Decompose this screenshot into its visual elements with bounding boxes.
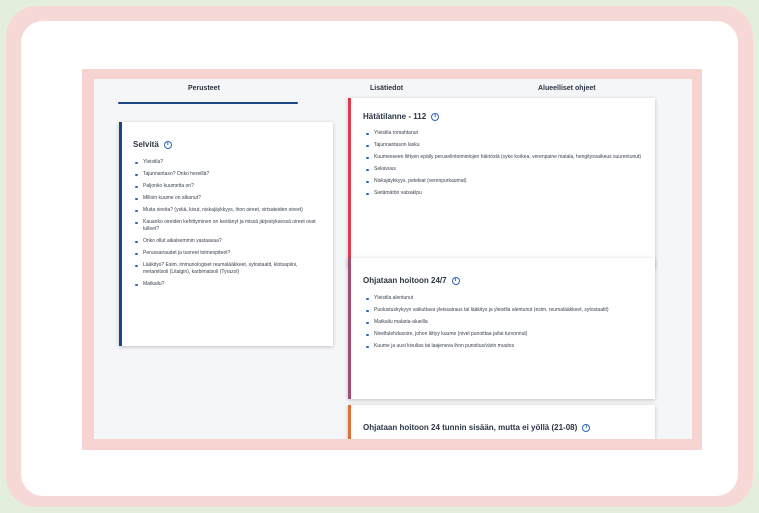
- emergency-panel: Hätätilanne - 112 i Yleistila romahtanut…: [348, 98, 655, 268]
- panel-accent: [119, 122, 122, 346]
- selvita-list: Yleistila? Tajunnantaso? Onko hereillä? …: [133, 159, 323, 288]
- active-tab-underline: [118, 102, 298, 104]
- list-item: Kauanko oireiden kehittyminen on kestäny…: [133, 219, 323, 233]
- panel-title-text: Ohjataan hoitoon 24 tunnin sisään, mutta…: [363, 423, 578, 432]
- list-item: Puolustuskykyyn vaikuttava yleissairaus …: [364, 307, 646, 314]
- panel-accent: [348, 405, 351, 439]
- list-item: Yleistila alentunut: [364, 295, 646, 302]
- list-item: Tajunnantason lasku: [364, 142, 644, 149]
- list-item: Yleistila romahtanut: [364, 130, 644, 137]
- list-item: Sietämätön vatsakipu: [364, 190, 644, 197]
- same-day-care-panel: Ohjataan hoitoon 24 tunnin sisään, mutta…: [348, 405, 655, 439]
- panel-accent: [348, 258, 351, 399]
- list-item: Lääkitys? Esim. immunologiset reumalääkk…: [133, 262, 323, 276]
- info-icon[interactable]: i: [451, 276, 460, 285]
- list-item: Milloin kuume on alkanut?: [133, 195, 323, 202]
- info-icon[interactable]: i: [582, 423, 591, 432]
- list-item: Kuumeeseen liittyen epäily peruselintoim…: [364, 154, 644, 161]
- list-item: Yleistila?: [133, 159, 323, 166]
- same-day-care-title: Ohjataan hoitoon 24 tunnin sisään, mutta…: [363, 423, 591, 432]
- emergency-title: Hätätilanne - 112 i: [363, 112, 440, 121]
- tab-perusteet[interactable]: Perusteet: [188, 85, 220, 92]
- selvita-title: Selvitä i: [133, 140, 172, 149]
- info-icon[interactable]: i: [431, 112, 440, 121]
- urgent-care-title: Ohjataan hoitoon 24/7 i: [363, 276, 460, 285]
- screenshot-frame: Perusteet Lisätiedot Alueelliset ohjeet …: [82, 69, 702, 450]
- list-item: Niveltulehdusoire, johon liittyy kuume (…: [364, 331, 646, 338]
- list-item: Perussairaudet ja tuoreet toimenpiteet?: [133, 250, 323, 257]
- panel-title-text: Ohjataan hoitoon 24/7: [363, 276, 447, 285]
- selvita-panel: Selvitä i Yleistila? Tajunnantaso? Onko …: [119, 122, 333, 346]
- list-item: Paljonko kuumetta on?: [133, 183, 323, 190]
- list-item: Onko ollut aikaisemmin vastaavaa?: [133, 238, 323, 245]
- panel-title-text: Hätätilanne - 112: [363, 112, 427, 121]
- list-item: Sekavuus: [364, 166, 644, 173]
- info-icon[interactable]: i: [163, 140, 172, 149]
- tab-lisatiedot[interactable]: Lisätiedot: [370, 85, 403, 92]
- emergency-list: Yleistila romahtanut Tajunnantason lasku…: [364, 130, 644, 197]
- list-item: Matkailu malaria-alueilla: [364, 319, 646, 326]
- list-item: Tajunnantaso? Onko hereillä?: [133, 171, 323, 178]
- list-item: Muita oireita? (yskä, kivut, niskajäykky…: [133, 207, 323, 214]
- list-item: Matkailu?: [133, 281, 323, 288]
- urgent-care-list: Yleistila alentunut Puolustuskykyyn vaik…: [364, 295, 646, 350]
- app-window: Perusteet Lisätiedot Alueelliset ohjeet …: [94, 79, 692, 439]
- urgent-care-panel: Ohjataan hoitoon 24/7 i Yleistila alentu…: [348, 258, 655, 399]
- list-item: Kuume ja uusi kivulias tai laajeneva iho…: [364, 343, 646, 350]
- tab-alueelliset-ohjeet[interactable]: Alueelliset ohjeet: [538, 85, 596, 92]
- list-item: Niskajäykkyys, petekiat (verenpurkaumat): [364, 178, 644, 185]
- panel-accent: [348, 98, 351, 268]
- panel-title-text: Selvitä: [133, 140, 159, 149]
